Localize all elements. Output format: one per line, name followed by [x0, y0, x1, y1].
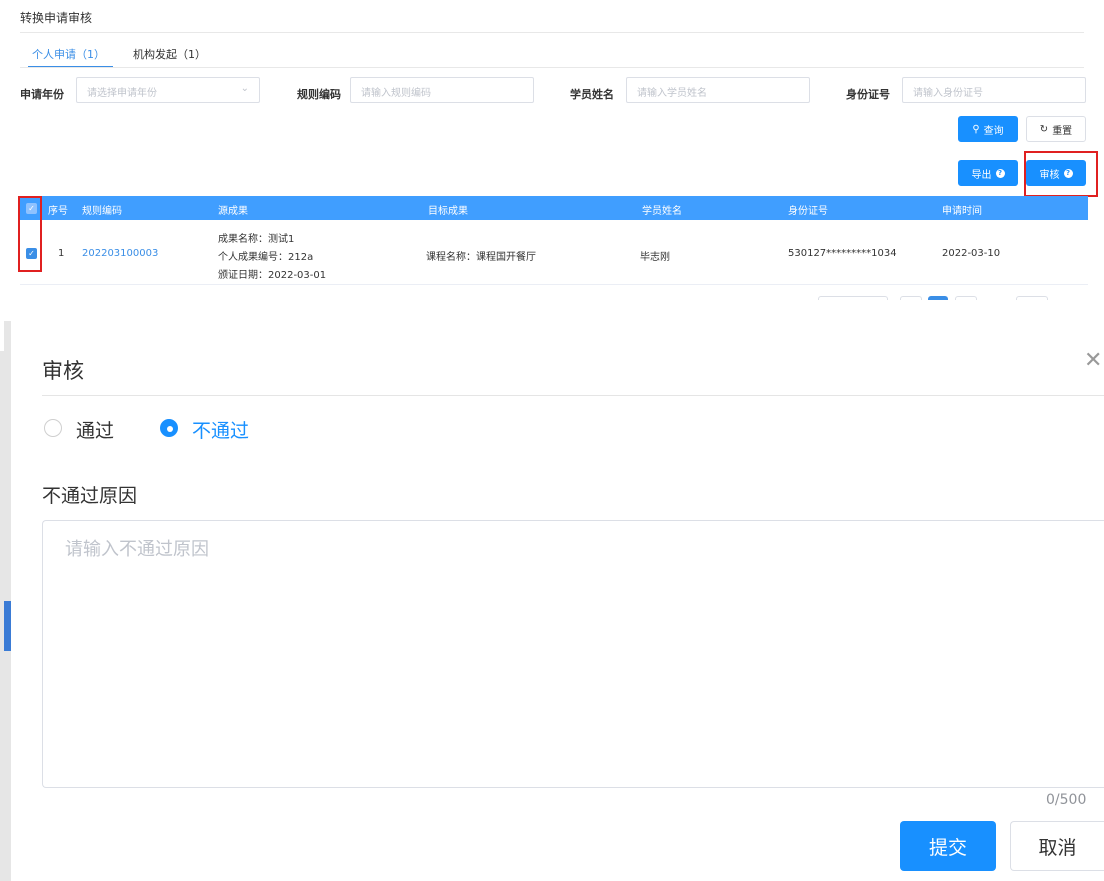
idcard-placeholder: 请输入身份证号	[913, 88, 983, 99]
pager-size-select[interactable]	[818, 296, 888, 300]
modal-backdrop-edge	[0, 321, 11, 881]
radio-pass[interactable]	[44, 419, 62, 437]
reason-label: 不通过原因	[42, 485, 138, 507]
char-counter: 0/500	[1046, 792, 1087, 808]
export-label: 导出	[971, 169, 992, 181]
reason-placeholder: 请输入不通过原因	[65, 539, 209, 560]
search-button[interactable]: ⚲ 查询	[958, 116, 1018, 142]
idcard-value: 530127*********1034	[788, 248, 897, 259]
search-label: 查询	[983, 125, 1004, 137]
year-select-placeholder: 请选择申请年份	[87, 88, 157, 99]
checkbox-highlight-box	[18, 196, 42, 272]
cancel-button[interactable]: 取消	[1010, 821, 1104, 871]
edge-accent	[4, 601, 11, 651]
tab-personal[interactable]: 个人申请（1）	[20, 44, 119, 68]
name-filter-label: 学员姓名	[570, 88, 614, 101]
header-source: 源成果	[218, 206, 248, 217]
header-apply-time: 申请时间	[942, 206, 982, 217]
modal-title: 审核	[42, 359, 84, 383]
rule-filter-label: 规则编码	[297, 88, 341, 101]
export-button[interactable]: 导出 ?	[958, 160, 1018, 186]
reason-textarea[interactable]: 请输入不通过原因	[42, 520, 1104, 788]
tab-underline	[20, 67, 1084, 68]
reset-label: 重置	[1052, 125, 1073, 137]
edge-tip	[0, 321, 4, 351]
pager-prev[interactable]	[900, 296, 922, 300]
header-idcard: 身份证号	[788, 206, 828, 217]
source-name: 成果名称：测试1	[218, 234, 295, 245]
audit-highlight-box	[1024, 151, 1098, 197]
refresh-icon: ↻	[1039, 123, 1049, 135]
row-divider	[20, 284, 1088, 285]
header-rule-code: 规则编码	[82, 206, 122, 217]
pager-next[interactable]	[955, 296, 977, 300]
rule-code-link[interactable]: 202203100003	[82, 248, 158, 259]
page-title: 转换申请审核	[20, 11, 93, 25]
rule-code-input[interactable]: 请输入规则编码	[350, 77, 534, 103]
student-name: 毕志刚	[640, 252, 670, 263]
header-target: 目标成果	[428, 206, 468, 217]
apply-time: 2022-03-10	[942, 248, 1001, 259]
student-name-placeholder: 请输入学员姓名	[637, 88, 707, 99]
pager-jump[interactable]	[1016, 296, 1048, 300]
year-select[interactable]: 请选择申请年份 ⌄	[76, 77, 260, 103]
radio-pass-label[interactable]: 通过	[76, 416, 114, 443]
row-index: 1	[58, 248, 65, 259]
radio-reject-label[interactable]: 不通过	[192, 416, 249, 443]
header-index: 序号	[48, 206, 68, 217]
source-number: 个人成果编号：212a	[218, 252, 314, 263]
close-icon[interactable]: ✕	[1084, 348, 1102, 373]
source-date: 颁证日期：2022-03-01	[218, 270, 327, 281]
year-filter-label: 申请年份	[20, 88, 64, 101]
header-student: 学员姓名	[642, 206, 682, 217]
search-icon: ⚲	[972, 123, 980, 135]
tab-institution[interactable]: 机构发起（1）	[119, 44, 220, 68]
chevron-down-icon: ⌄	[240, 83, 249, 94]
idcard-filter-label: 身份证号	[846, 88, 890, 101]
rule-code-placeholder: 请输入规则编码	[361, 88, 431, 99]
table-header: ✓ 序号 规则编码 源成果 目标成果 学员姓名 身份证号 申请时间	[20, 196, 1088, 220]
target-course: 课程名称：课程国开餐厅	[426, 252, 536, 263]
help-icon: ?	[995, 168, 1005, 178]
radio-reject[interactable]	[160, 419, 178, 437]
student-name-input[interactable]: 请输入学员姓名	[626, 77, 810, 103]
modal-divider	[42, 395, 1104, 396]
title-divider	[20, 32, 1084, 33]
pager-page-active[interactable]	[928, 296, 948, 300]
reset-button[interactable]: ↻ 重置	[1026, 116, 1086, 142]
tab-bar: 个人申请（1） 机构发起（1）	[20, 44, 220, 68]
idcard-input[interactable]: 请输入身份证号	[902, 77, 1086, 103]
submit-button[interactable]: 提交	[900, 821, 996, 871]
